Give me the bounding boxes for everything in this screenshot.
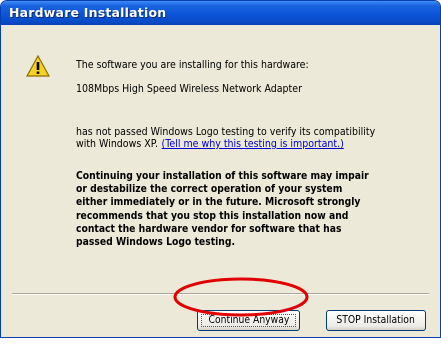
device-name: 108Mbps High Speed Wireless Network Adap… [76, 83, 302, 95]
warning-line: Continuing your installation of this sof… [76, 170, 369, 182]
continue-anyway-button[interactable]: Continue Anyway [197, 310, 300, 331]
compatibility-warning: Continuing your installation of this sof… [76, 170, 393, 249]
why-testing-important-link[interactable]: (Tell me why this testing is important.) [162, 138, 344, 150]
warning-line: recommends that you stop this installati… [76, 209, 349, 222]
warning-line: or destabilize the correct operation of … [76, 183, 343, 196]
button-separator [12, 293, 429, 295]
logo-testing-text-2-label: with Windows XP. [76, 138, 158, 150]
logo-testing-text: has not passed Windows Logo testing to v… [76, 126, 376, 138]
stop-installation-button[interactable]: STOP Installation [326, 310, 426, 331]
window-title: Hardware Installation [9, 5, 167, 20]
warning-line: contact the hardware vendor for software… [76, 222, 342, 235]
title-bar[interactable]: Hardware Installation [1, 1, 440, 25]
dialog-body: The software you are installing for this… [4, 25, 437, 334]
warning-line: either immediately or in the future. Mic… [76, 196, 361, 209]
focus-rectangle [201, 314, 296, 327]
logo-testing-text-2: with Windows XP. (Tell me why this testin… [76, 138, 391, 150]
stop-installation-label: STOP Installation [336, 314, 416, 326]
intro-text: The software you are installing for this… [76, 59, 309, 71]
warning-line: passed Windows Logo testing. [76, 236, 235, 249]
hardware-installation-dialog: Hardware Installation The software you a… [0, 0, 441, 338]
warning-triangle-icon [26, 55, 50, 77]
